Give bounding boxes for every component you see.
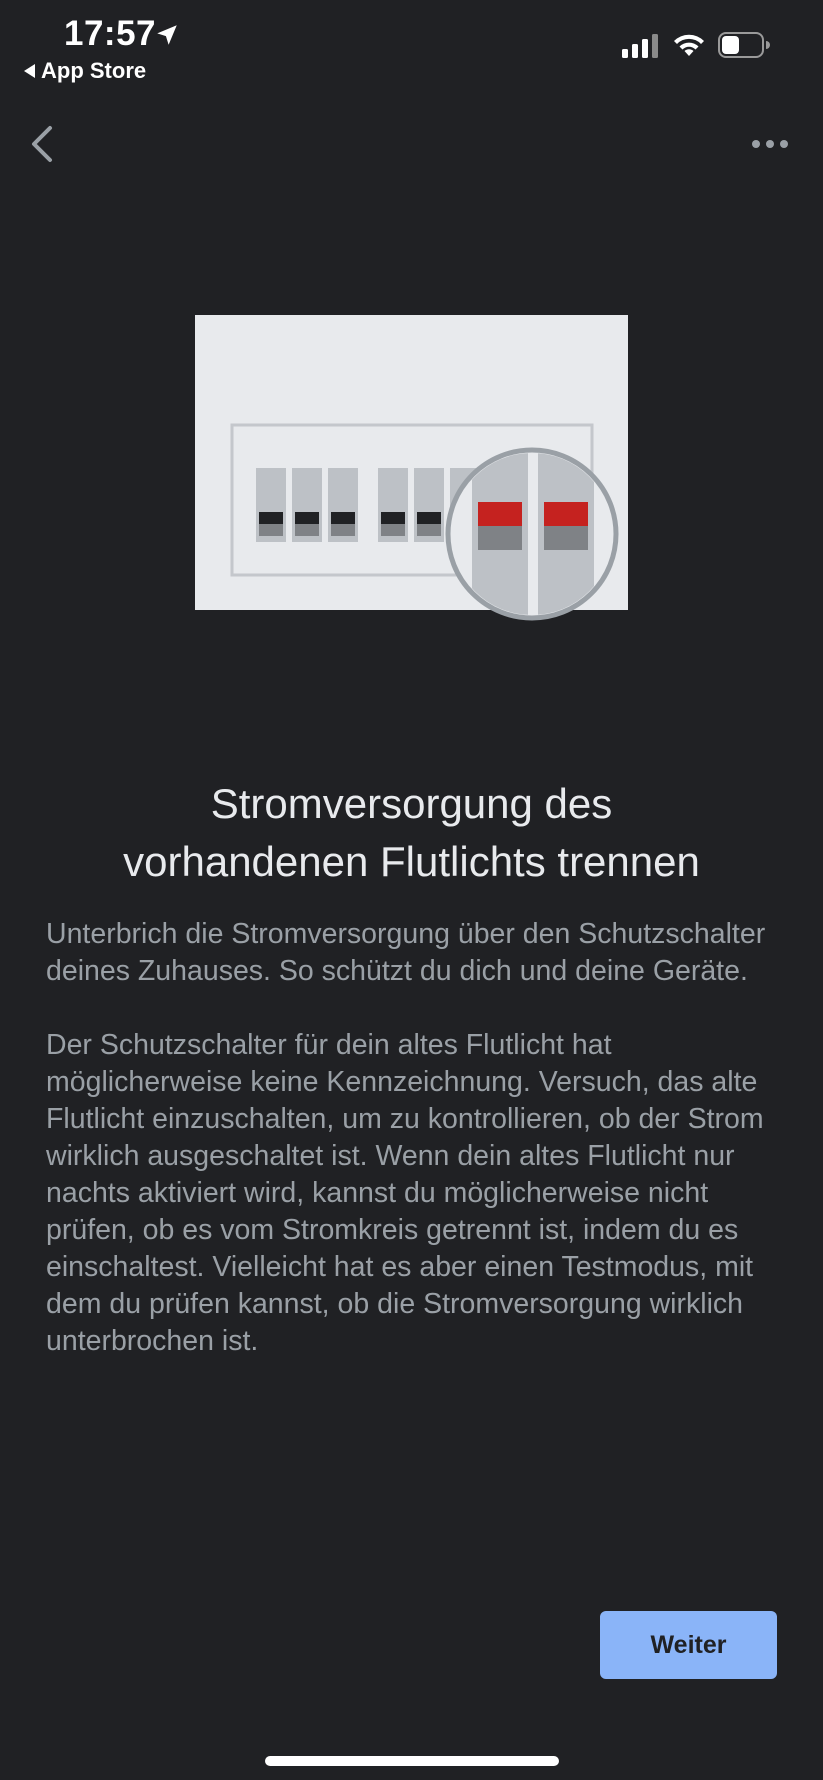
battery-icon	[718, 32, 770, 58]
wifi-icon	[674, 34, 704, 56]
title-line-2: vorhandenen Flutlichts trennen	[123, 838, 700, 885]
highlighted-breakers	[445, 447, 619, 621]
paragraph-2: Der Schutzschalter für dein altes Flutli…	[46, 1029, 764, 1357]
back-triangle-icon	[24, 64, 35, 78]
paragraph-1: Unterbrich die Stromversorgung über den …	[46, 918, 766, 987]
back-app-label: App Store	[41, 58, 147, 83]
status-time: 17:57	[64, 14, 157, 53]
page-title: Stromversorgung des vorhandenen Flutlich…	[40, 775, 783, 891]
cellular-signal-icon	[622, 34, 658, 58]
instructions-text: Unterbrich die Stromversorgung über den …	[46, 916, 786, 1397]
chevron-left-icon[interactable]	[26, 122, 60, 166]
home-indicator[interactable]	[265, 1756, 559, 1766]
back-to-app-store[interactable]: App Store	[24, 58, 146, 84]
continue-button[interactable]: Weiter	[600, 1611, 777, 1679]
location-arrow-icon	[157, 25, 177, 45]
more-horizontal-icon[interactable]	[748, 130, 792, 158]
circuit-breaker-illustration	[195, 315, 628, 621]
screen: 17:57 App Store Stromversorgung des vorh…	[0, 0, 823, 1780]
title-line-1: Stromversorgung des	[210, 780, 613, 827]
